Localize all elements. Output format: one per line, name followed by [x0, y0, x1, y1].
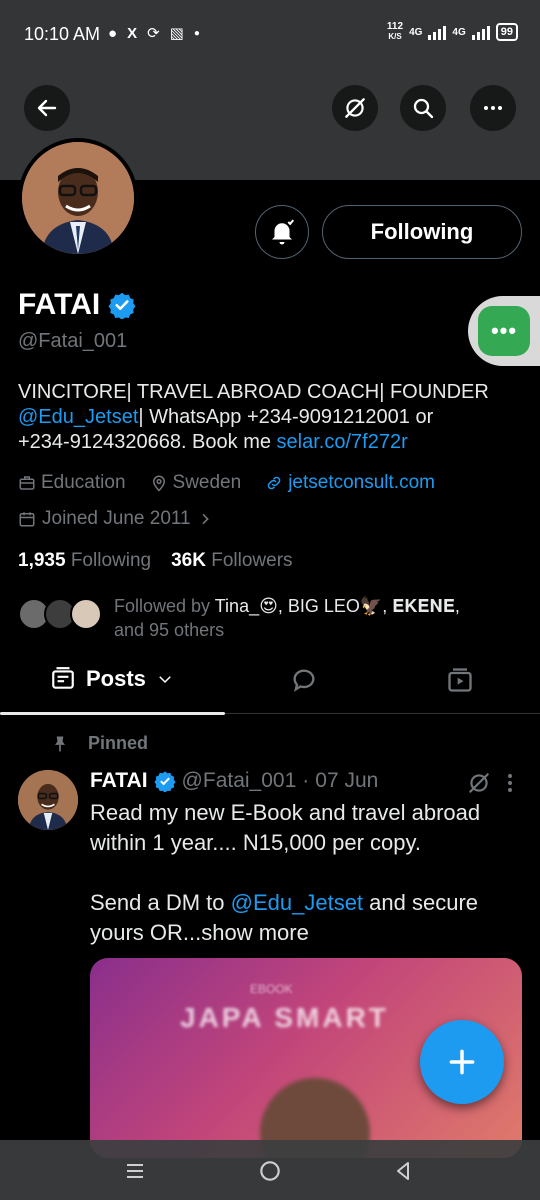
sim-icon: ▧ — [169, 25, 184, 42]
chevron-down-icon — [159, 676, 171, 684]
x-app-icon: X — [127, 24, 138, 42]
back-triangle-icon — [397, 1162, 409, 1180]
sync-icon: ⟳ — [147, 25, 160, 42]
location-item: Sweden — [150, 472, 241, 494]
tab-replies[interactable] — [290, 666, 318, 699]
post-header: FATAI @Fatai_001 · 07 Jun — [90, 769, 379, 793]
menu-icon — [127, 1164, 143, 1178]
profile-tabs: Posts — [0, 656, 540, 715]
signal-icon-2 — [471, 24, 490, 40]
back-button[interactable] — [24, 85, 70, 131]
tab-posts[interactable]: Posts — [50, 666, 174, 692]
show-more-text[interactable]: yours OR...show more — [90, 918, 520, 948]
signal-icon — [428, 24, 447, 40]
battery-icon: 99 — [495, 23, 518, 41]
verified-icon[interactable] — [108, 291, 136, 319]
followed-by[interactable]: Followed by Tina_😍, BIG LEO🦅, 𝐄𝐊𝐄𝐍𝐄, and… — [18, 594, 524, 642]
net-speed: 112 K/S — [386, 21, 404, 42]
plus-icon — [449, 1049, 475, 1075]
profile-avatar[interactable] — [18, 138, 138, 258]
back-arrow-icon — [37, 99, 57, 117]
pinned-label: Pinned — [50, 733, 148, 754]
status-right: 112 K/S 4G 4G 99 — [387, 22, 518, 42]
chat-dots-icon: ••• — [478, 306, 530, 356]
signal-label-1: 4G — [409, 26, 423, 38]
bio-mention-link[interactable]: @Edu_Jetset — [18, 406, 138, 428]
status-time: 10:10 AM — [24, 24, 101, 44]
system-nav-bar — [0, 1140, 540, 1200]
system-back-button[interactable] — [388, 1156, 418, 1186]
location-icon — [152, 475, 165, 492]
follow-counts: 1,935 Following 36K Followers — [18, 550, 293, 572]
video-icon — [448, 668, 472, 692]
notifications-bell-button[interactable] — [255, 205, 309, 259]
post-mention-link[interactable]: @Edu_Jetset — [231, 890, 363, 915]
followers-count-link[interactable]: 36K Followers — [171, 550, 292, 572]
website-link[interactable]: jetsetconsult.com — [288, 472, 435, 494]
active-tab-indicator — [0, 712, 225, 715]
floating-side-tab[interactable]: ••• — [468, 296, 540, 366]
profile-bio: VINCITORE| TRAVEL ABROAD COACH| FOUNDER … — [18, 381, 489, 453]
grok-icon — [345, 98, 365, 118]
search-button[interactable] — [400, 85, 446, 131]
briefcase-icon — [19, 476, 35, 490]
following-button[interactable]: Following — [322, 205, 522, 259]
chat-bubble-icon — [293, 669, 315, 692]
link-icon — [267, 476, 281, 490]
website-item[interactable]: jetsetconsult.com — [265, 472, 435, 494]
chat-notification-icon: ● — [108, 24, 118, 42]
dot-icon: ● — [193, 27, 200, 39]
profile-handle: @Fatai_001 — [18, 330, 128, 352]
search-icon — [413, 98, 434, 119]
pin-icon — [55, 736, 65, 751]
profile-meta-row: Education Sweden jetsetconsult.com — [18, 472, 453, 494]
grok-icon[interactable] — [466, 770, 492, 796]
joined-date: Joined June 2011 — [42, 508, 191, 529]
avatar — [22, 142, 134, 254]
verified-icon — [153, 771, 176, 792]
profile-name: FATAI — [18, 288, 101, 321]
status-bar: 10:10 AM ● X ⟳ ▧ ● 112 K/S 4G 4G 99 — [0, 0, 540, 70]
compose-post-button[interactable] — [420, 1020, 504, 1104]
recents-button[interactable] — [120, 1156, 150, 1186]
grok-button[interactable] — [332, 85, 378, 131]
chevron-right-icon — [202, 513, 209, 525]
post-author-avatar[interactable] — [18, 770, 78, 830]
notification-icons: ● X ⟳ ▧ ● — [108, 24, 200, 43]
calendar-icon — [19, 512, 35, 527]
post-author-handle: @Fatai_001 — [181, 769, 297, 792]
home-button[interactable] — [255, 1156, 285, 1186]
more-icon — [484, 106, 502, 110]
category-item: Education — [18, 472, 126, 494]
following-count-link[interactable]: 1,935 Following — [18, 550, 151, 572]
profile-name-row: FATAI — [18, 288, 136, 322]
home-circle-icon — [260, 1161, 280, 1181]
bio-selar-link[interactable]: selar.co/7f272r — [277, 431, 408, 453]
post-author-name[interactable]: FATAI — [90, 769, 148, 793]
joined-row[interactable]: Joined June 2011 — [18, 508, 213, 530]
post-date[interactable]: 07 Jun — [315, 769, 378, 793]
post-text[interactable]: Read my new E-Book and travel abroad wit… — [90, 798, 520, 948]
posts-icon — [52, 667, 74, 689]
more-options-button[interactable] — [470, 85, 516, 131]
followed-by-text: Followed by Tina_😍, BIG LEO🦅, 𝐄𝐊𝐄𝐍𝐄, and… — [114, 596, 460, 640]
follower-avatars — [18, 598, 104, 638]
signal-label-2: 4G — [452, 26, 466, 38]
avatar — [70, 598, 102, 630]
post-more-icon[interactable] — [500, 771, 520, 795]
tab-videos[interactable] — [446, 666, 474, 699]
bell-icon — [272, 219, 295, 245]
